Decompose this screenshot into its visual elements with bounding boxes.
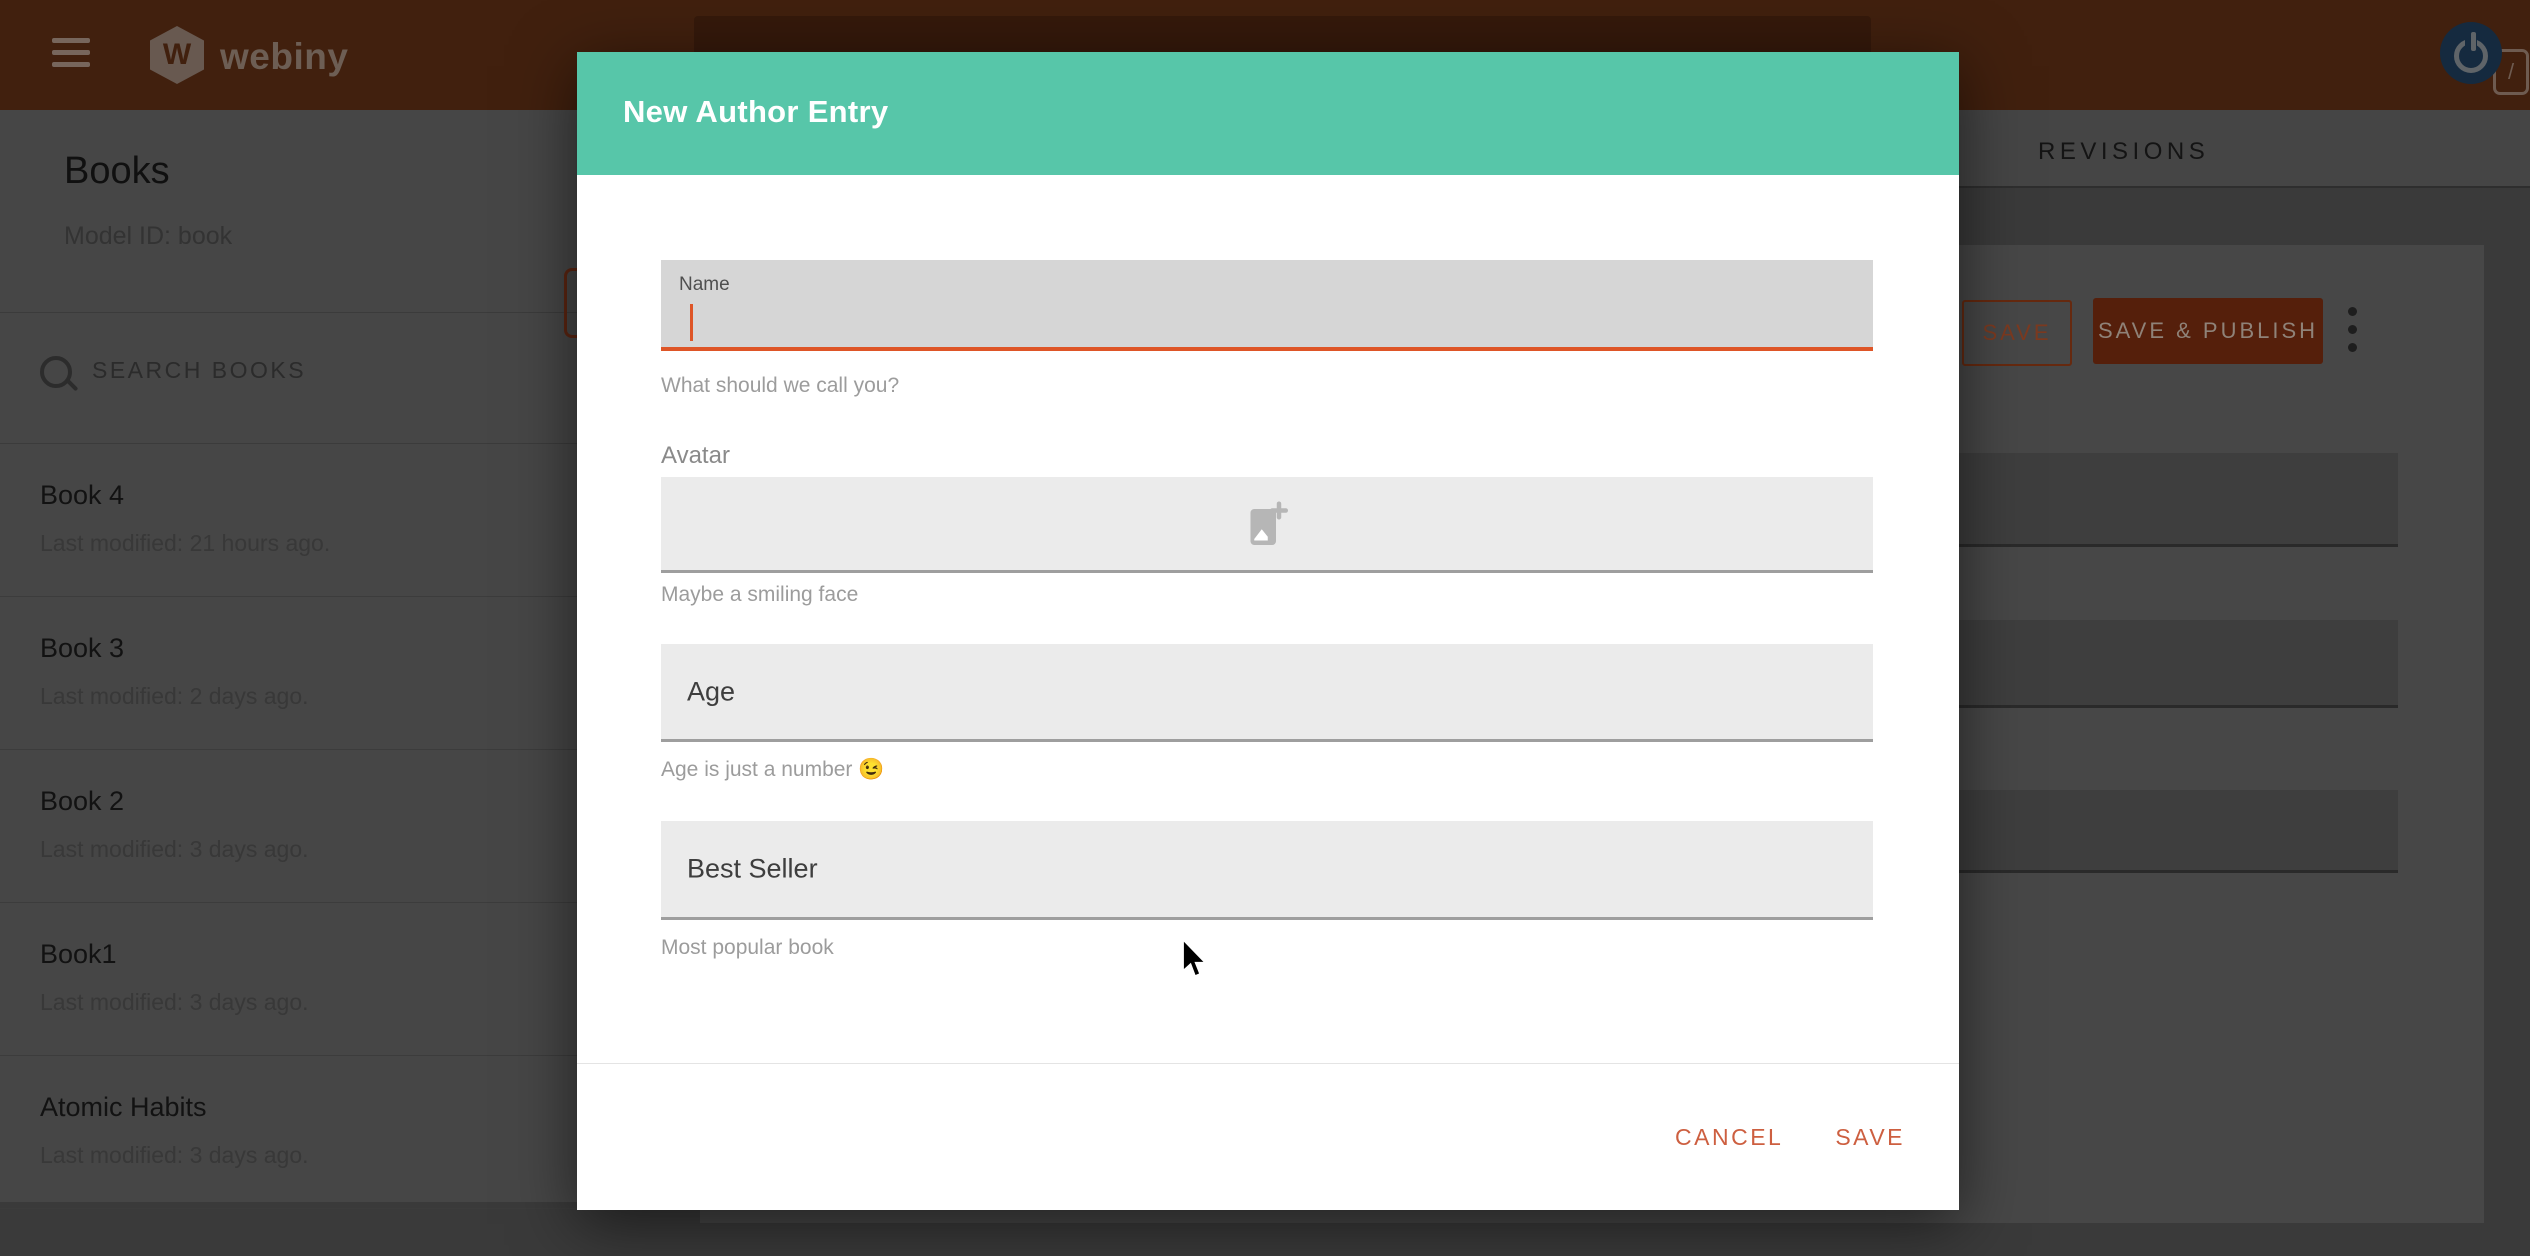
list-item-book-3[interactable]: Book 3 Last modified: 2 days ago.: [0, 597, 577, 750]
hamburger-menu-icon[interactable]: [52, 38, 90, 72]
divider: [0, 312, 577, 313]
book-modified: Last modified: 21 hours ago.: [40, 530, 330, 557]
name-field[interactable]: Name: [661, 260, 1873, 351]
best-seller-helper-text: Most popular book: [661, 936, 834, 960]
tab-revisions[interactable]: REVISIONS: [2038, 138, 2209, 166]
list-item-book-4[interactable]: Book 4 Last modified: 21 hours ago.: [0, 444, 577, 597]
book-title: Book 4: [40, 480, 124, 511]
save-and-publish-button[interactable]: SAVE & PUBLISH: [2093, 298, 2323, 364]
best-seller-field[interactable]: Best Seller: [661, 821, 1873, 920]
user-avatar[interactable]: [2440, 22, 2502, 84]
dialog-header: New Author Entry: [577, 52, 1959, 175]
cancel-button[interactable]: CANCEL: [1675, 1124, 1783, 1151]
book-title: Book1: [40, 939, 117, 970]
search-books-input[interactable]: SEARCH BOOKS: [92, 357, 306, 384]
save-button[interactable]: SAVE: [1835, 1124, 1905, 1151]
save-button-background[interactable]: SAVE: [1962, 300, 2072, 366]
age-field-placeholder: Age: [687, 676, 735, 707]
dialog-title: New Author Entry: [623, 94, 888, 130]
avatar-helper-text: Maybe a smiling face: [661, 583, 858, 607]
brand-wordmark: webiny: [220, 36, 348, 78]
page-title: Books: [64, 150, 170, 193]
best-seller-placeholder: Best Seller: [687, 854, 818, 885]
dialog-footer: CANCEL SAVE: [577, 1064, 1959, 1210]
model-id-subtitle: Model ID: book: [64, 222, 232, 251]
book-modified: Last modified: 3 days ago.: [40, 836, 309, 863]
text-caret: [690, 304, 693, 341]
book-modified: Last modified: 3 days ago.: [40, 1142, 309, 1169]
list-item-book1[interactable]: Book1 Last modified: 3 days ago.: [0, 903, 577, 1056]
list-item-atomic-habits[interactable]: Atomic Habits Last modified: 3 days ago.: [0, 1056, 577, 1209]
new-author-entry-dialog: New Author Entry Name What should we cal…: [577, 52, 1959, 1210]
avatar-field-label: Avatar: [661, 442, 730, 470]
mouse-cursor-icon: [1180, 938, 1210, 980]
book-title: Book 3: [40, 633, 124, 664]
webiny-logo-icon[interactable]: W: [150, 26, 204, 84]
age-helper-text: Age is just a number 😉: [661, 758, 884, 782]
age-field[interactable]: Age: [661, 644, 1873, 742]
search-books-icon: [40, 356, 72, 388]
book-modified: Last modified: 3 days ago.: [40, 989, 309, 1016]
add-image-icon: [1246, 500, 1288, 548]
books-sidebar: Books Model ID: book SEARCH BOOKS Book 4…: [0, 110, 577, 1202]
name-field-label: Name: [679, 274, 730, 296]
avatar-upload-field[interactable]: [661, 477, 1873, 573]
kebab-menu-icon[interactable]: [2348, 307, 2358, 355]
list-item-book-2[interactable]: Book 2 Last modified: 3 days ago.: [0, 750, 577, 903]
book-modified: Last modified: 2 days ago.: [40, 683, 309, 710]
name-helper-text: What should we call you?: [661, 374, 899, 398]
book-title: Atomic Habits: [40, 1092, 207, 1123]
book-title: Book 2: [40, 786, 124, 817]
